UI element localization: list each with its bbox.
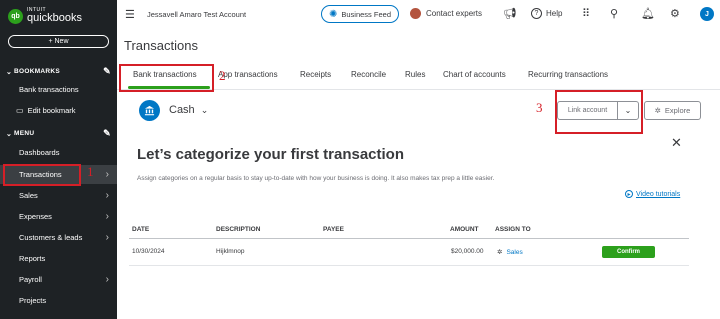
account-name: Jessavell Amaro Test Account: [147, 10, 247, 19]
annotation-number-3: 3: [536, 100, 543, 115]
account-name-cash: Cash: [169, 104, 195, 116]
tab-reconcile[interactable]: Reconcile: [351, 70, 386, 79]
chevron-down-icon: ⌄: [200, 104, 209, 115]
tab-recurring-transactions[interactable]: Recurring transactions: [528, 70, 608, 79]
column-header-amount[interactable]: AMOUNT: [450, 226, 479, 233]
megaphone-icon[interactable]: 📢︎: [503, 7, 517, 20]
help-icon: ?: [531, 8, 542, 19]
close-icon[interactable]: ✕: [671, 135, 682, 151]
annotation-number-2: 2: [219, 68, 226, 83]
account-selector[interactable]: Cash ⌄: [169, 104, 208, 116]
table-header-divider: [129, 238, 689, 239]
play-icon: ▸: [625, 190, 633, 198]
contact-experts-button[interactable]: Contact experts: [410, 8, 482, 19]
logo-quickbooks-text: quickbooks: [27, 12, 83, 24]
bell-icon[interactable]: 🔔︎: [641, 7, 655, 20]
promo-body: Assign categories on a regular basis to …: [137, 175, 495, 182]
promo-heading: Let’s categorize your first transaction: [137, 146, 405, 163]
column-header-date[interactable]: DATE: [132, 226, 149, 233]
row-date: 10/30/2024: [132, 248, 165, 255]
annotation-number-1: 1: [87, 164, 94, 179]
chevron-down-icon: ⌄: [6, 130, 13, 138]
annotation-box-1: [3, 164, 81, 186]
chevron-down-icon: ⌄: [6, 68, 13, 76]
sparkle-icon: ✺: [328, 8, 338, 20]
sidebar-item-customers-leads[interactable]: Customers & leads ›: [0, 228, 117, 247]
hamburger-menu-icon[interactable]: ☰: [125, 8, 135, 21]
bookmark-icon: ▭: [16, 106, 24, 115]
tab-chart-of-accounts[interactable]: Chart of accounts: [443, 70, 506, 79]
sidebar: qb INTUIT quickbooks + New ⌄ BOOKMARKS ✎…: [0, 0, 117, 319]
apps-grid-icon[interactable]: ⠿: [582, 7, 590, 20]
gear-icon[interactable]: ⚙: [670, 7, 680, 20]
chevron-right-icon: ›: [105, 274, 109, 285]
bookmark-item-edit[interactable]: ▭ Edit bookmark: [0, 101, 117, 120]
annotation-box-2: [119, 64, 214, 92]
sidebar-item-reports[interactable]: Reports: [0, 249, 117, 268]
sidebar-item-payroll[interactable]: Payroll ›: [0, 270, 117, 289]
row-assign-to[interactable]: ✲ Sales: [497, 248, 523, 257]
row-divider: [129, 265, 689, 266]
annotation-box-3: [555, 90, 643, 134]
tab-rules[interactable]: Rules: [405, 70, 425, 79]
new-button[interactable]: + New: [8, 35, 109, 48]
qb-logo-icon: qb: [8, 8, 23, 24]
bookmarks-label: BOOKMARKS: [14, 68, 61, 75]
bank-icon: [139, 100, 160, 121]
bookmark-item-bank-transactions[interactable]: Bank transactions: [0, 80, 117, 99]
help-button[interactable]: ? Help: [531, 8, 562, 19]
pencil-icon[interactable]: ✎: [103, 66, 111, 77]
sidebar-item-projects[interactable]: Projects: [0, 291, 117, 310]
confirm-button[interactable]: Confirm: [602, 246, 655, 258]
expert-avatar: [410, 8, 421, 19]
sidebar-item-dashboards[interactable]: Dashboards: [0, 143, 117, 162]
category-icon: ✲: [497, 249, 503, 256]
menu-label: MENU: [14, 130, 35, 137]
tab-app-transactions[interactable]: App transactions: [218, 70, 278, 79]
menu-section-header[interactable]: ⌄ MENU ✎: [6, 128, 111, 139]
chevron-right-icon: ›: [105, 232, 109, 243]
pencil-icon[interactable]: ✎: [103, 128, 111, 139]
chevron-right-icon: ›: [105, 169, 109, 180]
row-description: Hijklmnop: [216, 248, 245, 255]
business-feed-button[interactable]: ✺ Business Feed: [321, 5, 399, 23]
video-tutorials-link[interactable]: ▸ Video tutorials: [625, 190, 680, 198]
search-icon[interactable]: ⚲: [610, 7, 618, 20]
bookmarks-section-header[interactable]: ⌄ BOOKMARKS ✎: [6, 66, 111, 77]
row-amount: $20,000.00: [451, 248, 484, 255]
column-header-payee[interactable]: PAYEE: [323, 226, 344, 233]
user-avatar[interactable]: J: [700, 7, 714, 21]
chevron-right-icon: ›: [105, 190, 109, 201]
page-title: Transactions: [124, 38, 198, 53]
chevron-right-icon: ›: [105, 211, 109, 222]
column-header-description[interactable]: DESCRIPTION: [216, 226, 260, 233]
sidebar-item-sales[interactable]: Sales ›: [0, 186, 117, 205]
tab-receipts[interactable]: Receipts: [300, 70, 331, 79]
column-header-assign-to: ASSIGN TO: [495, 226, 531, 233]
explore-button[interactable]: ✲ Explore: [644, 101, 701, 120]
sidebar-item-expenses[interactable]: Expenses ›: [0, 207, 117, 226]
explore-icon: ✲: [654, 106, 661, 115]
quickbooks-logo[interactable]: qb INTUIT quickbooks: [8, 8, 82, 24]
